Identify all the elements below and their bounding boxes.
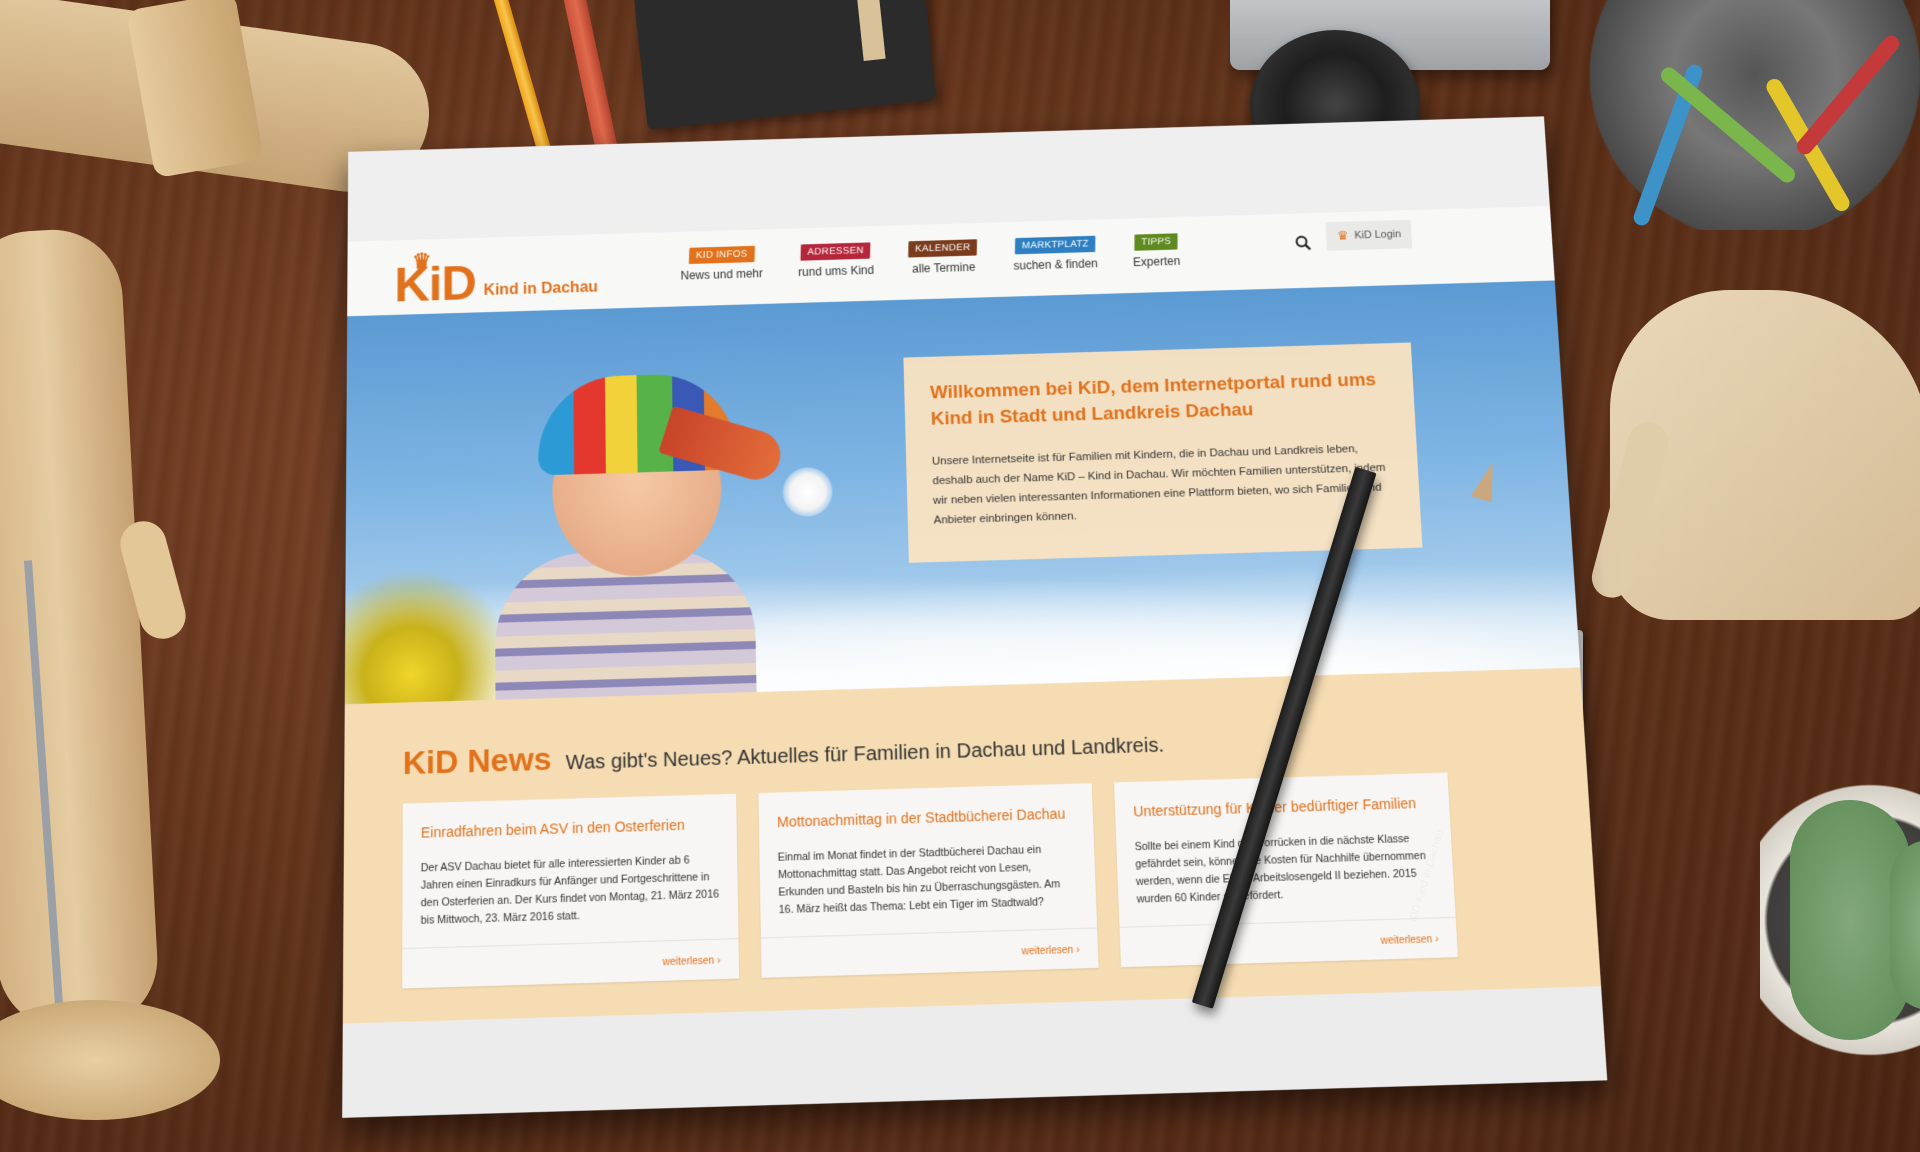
crown-icon: ♛	[1336, 228, 1349, 243]
welcome-text: Unsere Internetseite ist für Familien mi…	[931, 443, 1386, 527]
dandelion	[782, 466, 834, 518]
news-subtitle: Was gibt's Neues? Aktuelles für Familien…	[565, 734, 1165, 775]
news-section: KiD News Was gibt's Neues? Aktuelles für…	[342, 667, 1602, 1024]
news-card-text: Einmal im Monat findet in der Stadtbüche…	[777, 843, 1061, 917]
nav-item-kalender[interactable]: KALENDER alle Termine	[908, 239, 979, 276]
logo-text: Kind in Dachau	[483, 279, 598, 299]
crown-icon: ♛	[412, 248, 431, 274]
website-page: ♛ KiD Kind in Dachau KiD INFOS News und …	[342, 116, 1608, 1118]
nav-tag: ADRESSEN	[800, 242, 871, 261]
nav-item-kid-infos[interactable]: KiD INFOS News und mehr	[680, 245, 764, 283]
notebook	[633, 0, 937, 130]
logo-mark: ♛ KiD	[394, 249, 476, 312]
nav-label: News und mehr	[680, 266, 764, 283]
cactus	[1890, 840, 1920, 1010]
login-label: KiD Login	[1354, 228, 1402, 242]
website-mockup: ♛ KiD Kind in Dachau KiD INFOS News und …	[342, 116, 1608, 1118]
nav-tag: KALENDER	[908, 239, 978, 258]
pen-cup	[1580, 0, 1920, 230]
read-more-link[interactable]: weiterlesen ›	[663, 955, 721, 968]
hero-photo-child	[495, 341, 834, 705]
nav-item-marktplatz[interactable]: MARKTPLATZ suchen & finden	[1013, 235, 1099, 273]
mannequin-figure	[0, 226, 161, 1034]
news-cards: Einradfahren beim ASV in den Osterferien…	[402, 772, 1458, 989]
nav-label: alle Termine	[911, 260, 976, 276]
news-card-text: Der ASV Dachau bietet für alle interessi…	[420, 854, 720, 927]
news-card: Unterstützung für Kinder bedürftiger Fam…	[1113, 772, 1458, 968]
search-icon[interactable]	[1294, 234, 1312, 252]
nav-tag: KiD INFOS	[688, 245, 755, 265]
read-more-link[interactable]: weiterlesen ›	[1022, 945, 1080, 958]
nav-tag: TIPPS	[1133, 233, 1178, 251]
news-card-title[interactable]: Unterstützung für Kinder bedürftiger Fam…	[1133, 793, 1431, 820]
nav-label: rund ums Kind	[798, 263, 875, 279]
nav-label: suchen & finden	[1013, 256, 1099, 273]
news-card-title[interactable]: Mottonachmittag in der Stadtbücherei Dac…	[777, 804, 1075, 831]
news-card: Einradfahren beim ASV in den Osterferien…	[402, 793, 740, 989]
login-button[interactable]: ♛ KiD Login	[1325, 219, 1413, 251]
welcome-title: Willkommen bei KiD, dem Internetportal r…	[929, 369, 1377, 430]
news-heading: KiD News Was gibt's Neues? Aktuelles für…	[403, 722, 1165, 782]
news-card-text: Sollte bei einem Kind das Vorrücken in d…	[1134, 832, 1427, 906]
hero-banner: Willkommen bei KiD, dem Internetportal r…	[344, 280, 1581, 705]
news-title: KiD News	[402, 740, 552, 782]
nav-item-tipps[interactable]: TIPPS Experten	[1132, 233, 1180, 269]
news-card: Mottonachmittag in der Stadtbücherei Dac…	[758, 783, 1099, 978]
nav-item-adressen[interactable]: ADRESSEN rund ums Kind	[798, 242, 875, 279]
nav-tag: MARKTPLATZ	[1014, 235, 1096, 255]
nav-label: Experten	[1132, 254, 1181, 269]
mannequin-base	[0, 1000, 220, 1120]
read-more-link[interactable]: weiterlesen ›	[1380, 934, 1438, 947]
site-logo[interactable]: ♛ KiD Kind in Dachau	[394, 249, 598, 312]
news-card-title[interactable]: Einradfahren beim ASV in den Osterferien	[421, 815, 719, 842]
